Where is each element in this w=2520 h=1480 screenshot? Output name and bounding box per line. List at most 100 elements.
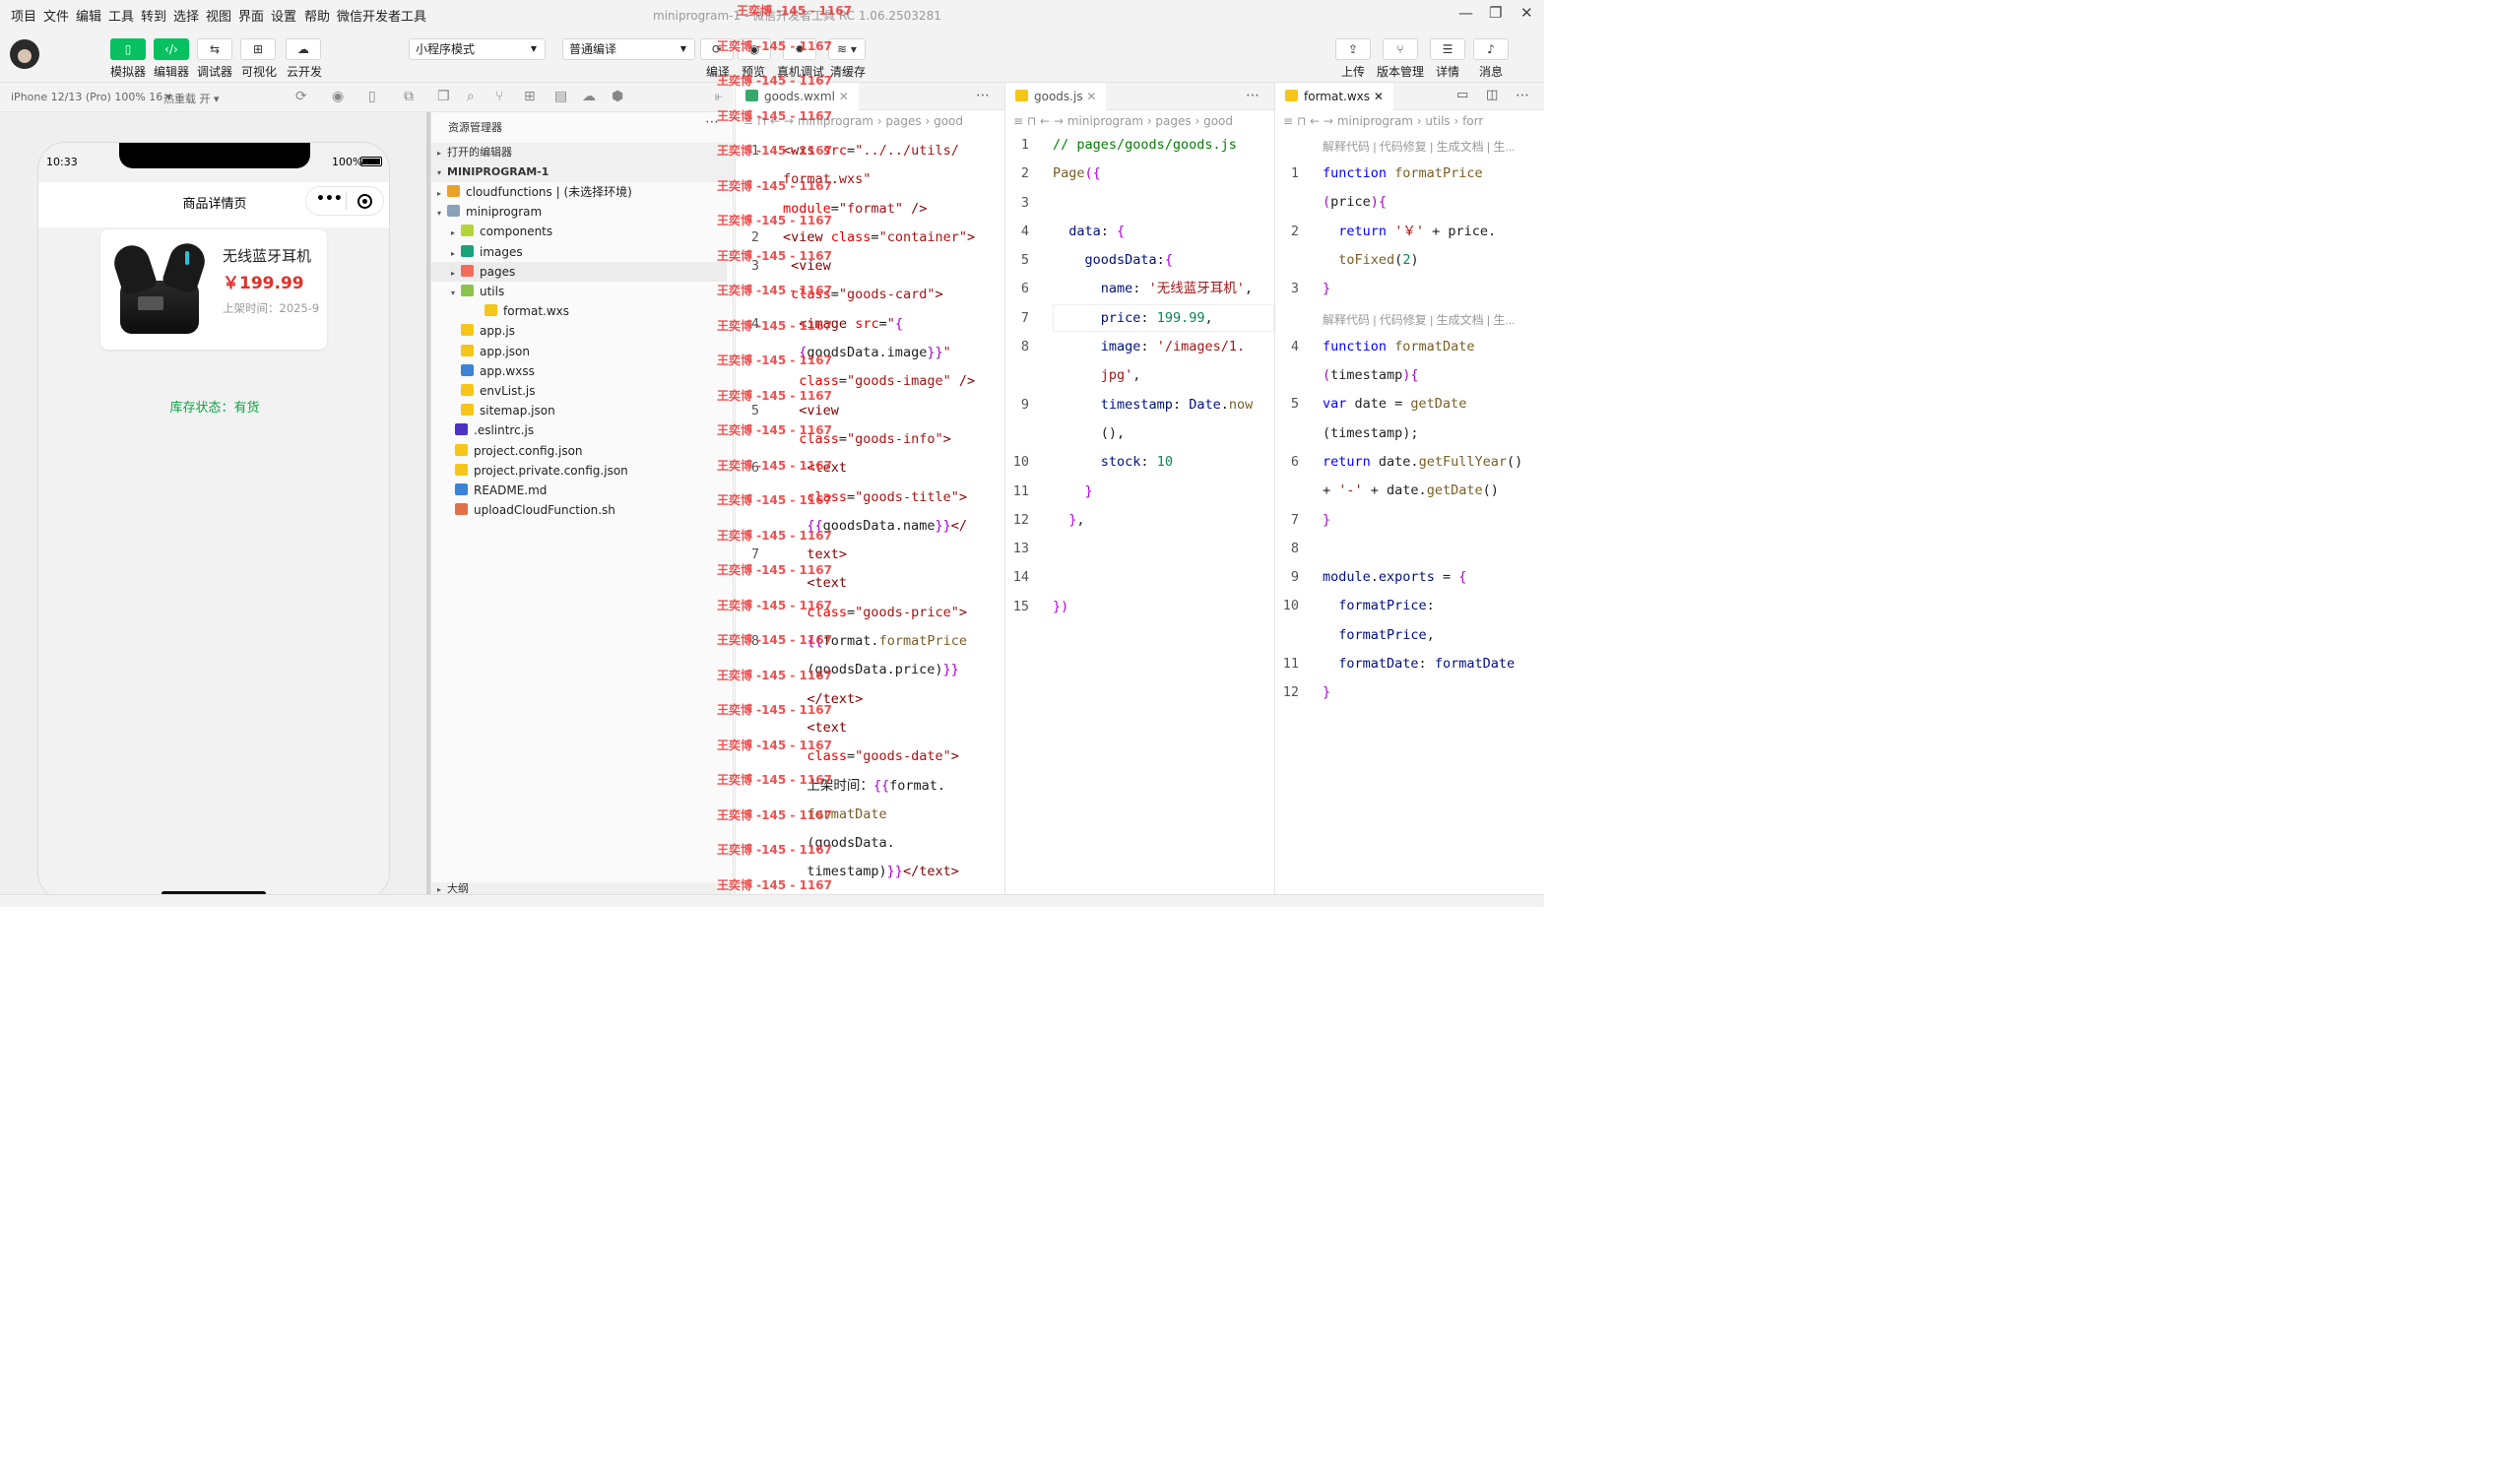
editor-button[interactable]: ‹/› (154, 38, 189, 60)
code-js[interactable]: // pages/goods/goods.js Page({ data: { g… (1053, 131, 1253, 621)
compile-select[interactable]: 普通编译 ▼ (562, 38, 695, 60)
file-icon (455, 503, 468, 516)
tree-item[interactable]: envList.js (451, 381, 535, 401)
tree-item[interactable]: sitemap.json (451, 401, 555, 420)
restore-icon[interactable]: ❐ (1489, 4, 1502, 22)
avatar[interactable] (10, 39, 39, 69)
simulator-panel: 10:33 100% 商品详情页 ••• 无线蓝牙耳机 ￥199.99 上架时间… (0, 112, 429, 900)
bookmark-icon[interactable]: ≡ ⊓ ← → (1283, 114, 1333, 128)
bookmark-icon[interactable]: ≡ ⊓ ← → (1013, 114, 1064, 128)
tab-goods-js[interactable]: goods.js ✕ (1005, 83, 1107, 110)
chevron-right-icon[interactable]: ▸ (451, 264, 461, 284)
status-battery-text: 100% (332, 156, 363, 168)
project-section[interactable]: ▾ MINIPROGRAM-1 (431, 162, 735, 182)
watermark-text: 王奕博 -145 - 1167 (717, 108, 832, 123)
rotate-icon[interactable]: ⟳ (295, 89, 307, 104)
tree-item[interactable]: ▾ miniprogram (437, 202, 542, 222)
version-button[interactable]: ⑂ (1383, 38, 1418, 60)
tree-item[interactable]: ▾ utils (451, 282, 504, 301)
window-icon[interactable]: ⧉ (404, 89, 414, 104)
menu-item[interactable]: 设置 (271, 6, 296, 25)
close-tab-icon[interactable]: ✕ (1086, 90, 1096, 103)
menu-item[interactable]: 编辑 (76, 6, 101, 25)
chevron-down-icon[interactable]: ▾ (451, 284, 461, 303)
upload-button[interactable]: ⇪ (1335, 38, 1371, 60)
tree-item[interactable]: ▸ pages (431, 261, 727, 284)
menu-item[interactable]: 选择 (173, 6, 199, 25)
messages-label: 消息 (1479, 65, 1504, 79)
simulator-button[interactable]: ▯ (110, 38, 146, 60)
menu-item[interactable]: 文件 (43, 6, 69, 25)
chevron-right-icon[interactable]: ▸ (451, 224, 461, 243)
debug-icon[interactable]: ⊞ (524, 89, 536, 104)
debugger-button[interactable]: ⇆ (197, 38, 232, 60)
explorer-title: 资源管理器 (448, 121, 502, 134)
messages-button[interactable]: ♪ (1473, 38, 1509, 60)
tree-item[interactable]: ▸ cloudfunctions | (未选择环境) (437, 182, 632, 202)
code-wxs[interactable]: function formatPrice (price){ return '￥'… (1323, 160, 1522, 708)
file-icon (461, 344, 474, 356)
tree-item[interactable]: ▸ components (451, 222, 552, 241)
goods-card[interactable]: 无线蓝牙耳机 ￥199.99 上架时间：2025-9 (100, 229, 327, 350)
more-icon[interactable]: ⋯ (1246, 88, 1260, 103)
file-icon (461, 225, 474, 237)
tree-item[interactable]: uploadCloudFunction.sh (445, 500, 615, 520)
tab-format-wxs[interactable]: format.wxs ✕ (1275, 83, 1393, 110)
open-editors-section[interactable]: ▸ 打开的编辑器 (431, 143, 735, 162)
tree-item[interactable]: project.private.config.json (445, 461, 628, 481)
chevron-down-icon[interactable]: ▾ (437, 204, 447, 224)
tree-item[interactable]: app.js (451, 321, 515, 341)
close-icon[interactable]: ✕ (1520, 4, 1533, 22)
capsule-menu[interactable]: ••• (305, 186, 384, 216)
chevron-right-icon[interactable]: ▸ (437, 184, 447, 204)
cloud-button[interactable]: ☁ (286, 38, 321, 60)
git-icon[interactable]: ⑂ (495, 89, 503, 104)
comment-icon[interactable]: ▭ (1456, 88, 1468, 102)
tree-item[interactable]: app.json (451, 342, 530, 361)
tree-item[interactable]: ▸ images (451, 242, 523, 262)
files-icon[interactable]: ❐ (437, 89, 450, 104)
menu-item[interactable]: 微信开发者工具 (337, 6, 426, 25)
tree-item-label: envList.js (480, 384, 536, 398)
file-icon (485, 304, 497, 317)
cloud-icon[interactable]: ☁ (582, 89, 596, 104)
tree-item[interactable]: .eslintrc.js (445, 420, 534, 440)
editor-js: goods.js ✕ ⋯ ≡ ⊓ ← → miniprogram › pages… (1004, 83, 1274, 907)
device-icon[interactable]: ▯ (368, 89, 376, 104)
menu-item[interactable]: 项目 (11, 6, 36, 25)
tree-item[interactable]: project.config.json (445, 441, 583, 461)
close-capsule-icon[interactable] (357, 194, 372, 209)
more-icon[interactable]: ⋯ (1516, 88, 1529, 103)
clear-cache-button[interactable]: ≋ ▾ (828, 38, 866, 60)
tree-item[interactable]: app.wxss (451, 361, 535, 381)
tree-item[interactable]: README.md (445, 481, 547, 500)
chevron-right-icon[interactable]: ▸ (451, 244, 461, 264)
watermark-text: 王奕博 -145 - 1167 (717, 703, 832, 717)
extensions-icon[interactable]: ▤ (554, 89, 567, 104)
menu-item[interactable]: 界面 (238, 6, 264, 25)
device-select[interactable]: iPhone 12/13 (Pro) 100% 16 ▾ (11, 91, 171, 103)
menu-item[interactable]: 视图 (206, 6, 231, 25)
more-icon[interactable]: ⋯ (976, 88, 990, 103)
split-editor-icon[interactable]: ◫ (1486, 88, 1498, 102)
split-icon[interactable]: ⫦ (715, 89, 723, 104)
clear-cache-label: 清缓存 (830, 65, 867, 79)
settings-icon[interactable]: ⬢ (612, 89, 623, 104)
codelens[interactable]: 解释代码 | 代码修复 | 生成文档 | 生... (1323, 138, 1515, 155)
tree-item-label: miniprogram (466, 205, 543, 220)
search-icon[interactable]: ⌕ (467, 89, 475, 104)
mode-select[interactable]: 小程序模式 ▼ (409, 38, 546, 60)
menu-item[interactable]: 帮助 (304, 6, 330, 25)
menu-item[interactable]: 工具 (108, 6, 134, 25)
minimize-icon[interactable]: — (1458, 4, 1473, 22)
menu-item[interactable]: 转到 (141, 6, 166, 25)
visual-button[interactable]: ⊞ (240, 38, 276, 60)
close-tab-icon[interactable]: ✕ (839, 90, 849, 103)
close-tab-icon[interactable]: ✕ (1374, 90, 1384, 103)
watermark-text: 王奕博 -145 - 1167 (717, 493, 832, 507)
stop-icon[interactable]: ◉ (332, 89, 344, 104)
hot-reload-select[interactable]: 热重载 开 ▾ (163, 91, 220, 106)
details-button[interactable]: ☰ (1430, 38, 1465, 60)
tree-item[interactable]: format.wxs (475, 301, 569, 321)
more-icon[interactable]: ••• (316, 191, 343, 207)
